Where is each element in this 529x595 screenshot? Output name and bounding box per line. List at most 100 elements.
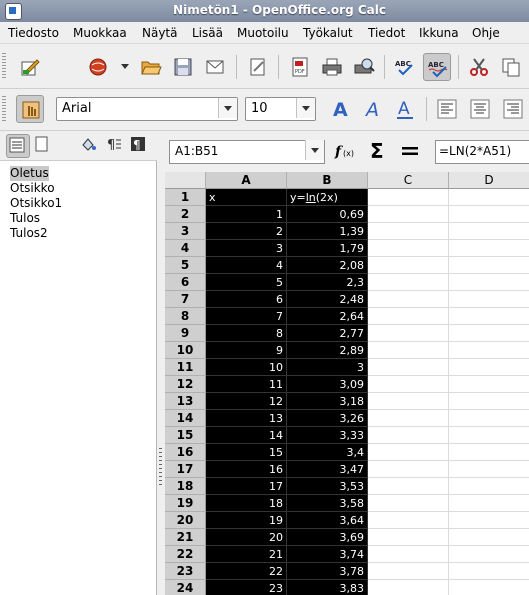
font-size-combo[interactable]: 10: [245, 97, 316, 121]
cell-c[interactable]: [368, 240, 449, 257]
cell-c[interactable]: [368, 342, 449, 359]
cell-d[interactable]: [449, 393, 529, 410]
cell-c[interactable]: [368, 393, 449, 410]
cell-b[interactable]: 0,69: [287, 206, 368, 223]
align-left-button[interactable]: [433, 95, 459, 121]
cell-c[interactable]: [368, 427, 449, 444]
row-header[interactable]: 14: [165, 410, 206, 427]
cell-a[interactable]: 16: [206, 461, 287, 478]
row-header[interactable]: 21: [165, 529, 206, 546]
cell-d[interactable]: [449, 427, 529, 444]
select-all-corner[interactable]: [165, 172, 206, 189]
row-header[interactable]: 7: [165, 291, 206, 308]
new-dropdown-icon[interactable]: [121, 64, 129, 69]
cut-button[interactable]: [465, 53, 491, 79]
bold-button[interactable]: A: [327, 95, 353, 121]
cell-a[interactable]: 19: [206, 512, 287, 529]
menu-tiedot[interactable]: Tiedot: [368, 26, 405, 40]
column-header-d[interactable]: D: [449, 172, 529, 189]
cell-c[interactable]: [368, 308, 449, 325]
cell-b[interactable]: 2,77: [287, 325, 368, 342]
cell-a[interactable]: 6: [206, 291, 287, 308]
style-item-otsikko1[interactable]: Otsikko1: [10, 196, 62, 211]
open-button[interactable]: [137, 53, 163, 79]
cell-b[interactable]: 3,64: [287, 512, 368, 529]
cell-a[interactable]: 18: [206, 495, 287, 512]
row-header[interactable]: 17: [165, 461, 206, 478]
cell-b[interactable]: 3: [287, 359, 368, 376]
row-header[interactable]: 5: [165, 257, 206, 274]
cell-d[interactable]: [449, 410, 529, 427]
function-button[interactable]: [397, 137, 423, 163]
cell-d[interactable]: [449, 495, 529, 512]
cell-c[interactable]: [368, 410, 449, 427]
underline-button[interactable]: A: [391, 95, 417, 121]
row-header[interactable]: 10: [165, 342, 206, 359]
row-header[interactable]: 22: [165, 546, 206, 563]
cell-c[interactable]: [368, 376, 449, 393]
row-header[interactable]: 16: [165, 444, 206, 461]
cell-a[interactable]: 1: [206, 206, 287, 223]
cell-c[interactable]: [368, 546, 449, 563]
cell-b[interactable]: 3,4: [287, 444, 368, 461]
column-header-b[interactable]: B: [287, 172, 368, 189]
cell-d[interactable]: [449, 580, 529, 595]
toolbar-handle[interactable]: [2, 96, 6, 122]
cell-d[interactable]: [449, 478, 529, 495]
cell-d[interactable]: [449, 189, 529, 206]
export-pdf-button[interactable]: PDF: [286, 53, 312, 79]
print-button[interactable]: [318, 53, 344, 79]
italic-button[interactable]: A: [359, 95, 385, 121]
cell-b[interactable]: 3,47: [287, 461, 368, 478]
cell-d[interactable]: [449, 529, 529, 546]
cell-b[interactable]: 3,09: [287, 376, 368, 393]
cell-c[interactable]: [368, 189, 449, 206]
align-center-button[interactable]: [466, 95, 492, 121]
align-right-button[interactable]: [499, 95, 525, 121]
new-style-button[interactable]: ¶: [104, 134, 126, 156]
row-header[interactable]: 9: [165, 325, 206, 342]
cell-d[interactable]: [449, 376, 529, 393]
cell-d[interactable]: [449, 325, 529, 342]
row-header[interactable]: 11: [165, 359, 206, 376]
print-preview-button[interactable]: [350, 53, 376, 79]
cell-c[interactable]: [368, 444, 449, 461]
cell-d[interactable]: [449, 342, 529, 359]
cell-a1[interactable]: x: [206, 189, 287, 206]
cell-a[interactable]: 12: [206, 393, 287, 410]
cell-d[interactable]: [449, 359, 529, 376]
update-style-button[interactable]: ¶: [128, 134, 150, 156]
cell-a[interactable]: 5: [206, 274, 287, 291]
column-header-c[interactable]: C: [368, 172, 449, 189]
cell-d[interactable]: [449, 512, 529, 529]
edit-mode-button[interactable]: [244, 53, 270, 79]
row-header[interactable]: 23: [165, 563, 206, 580]
cell-a[interactable]: 20: [206, 529, 287, 546]
spellcheck-button[interactable]: ABC: [391, 53, 417, 79]
cell-d[interactable]: [449, 257, 529, 274]
cell-a[interactable]: 2: [206, 223, 287, 240]
cell-d[interactable]: [449, 206, 529, 223]
menu-tyokalut[interactable]: Työkalut: [303, 26, 353, 40]
cell-b[interactable]: 2,3: [287, 274, 368, 291]
cell-b[interactable]: 3,69: [287, 529, 368, 546]
row-header[interactable]: 3: [165, 223, 206, 240]
function-wizard-button[interactable]: f (x): [331, 137, 357, 163]
style-item-tulos[interactable]: Tulos: [10, 211, 40, 226]
row-header[interactable]: 24: [165, 580, 206, 595]
menu-tiedosto[interactable]: Tiedosto: [8, 26, 59, 40]
cell-a[interactable]: 11: [206, 376, 287, 393]
menu-muotoilu[interactable]: Muotoilu: [237, 26, 289, 40]
cell-a[interactable]: 10: [206, 359, 287, 376]
style-item-oletus[interactable]: Oletus: [10, 166, 49, 181]
cell-c[interactable]: [368, 274, 449, 291]
cell-b1[interactable]: y=ln(2x): [287, 189, 368, 206]
cell-c[interactable]: [368, 257, 449, 274]
cell-d[interactable]: [449, 291, 529, 308]
menu-ikkuna[interactable]: Ikkuna: [419, 26, 459, 40]
cell-c[interactable]: [368, 325, 449, 342]
toolbar-handle[interactable]: [2, 53, 6, 79]
row-header[interactable]: 1: [165, 189, 206, 206]
cell-d[interactable]: [449, 240, 529, 257]
cell-d[interactable]: [449, 563, 529, 580]
